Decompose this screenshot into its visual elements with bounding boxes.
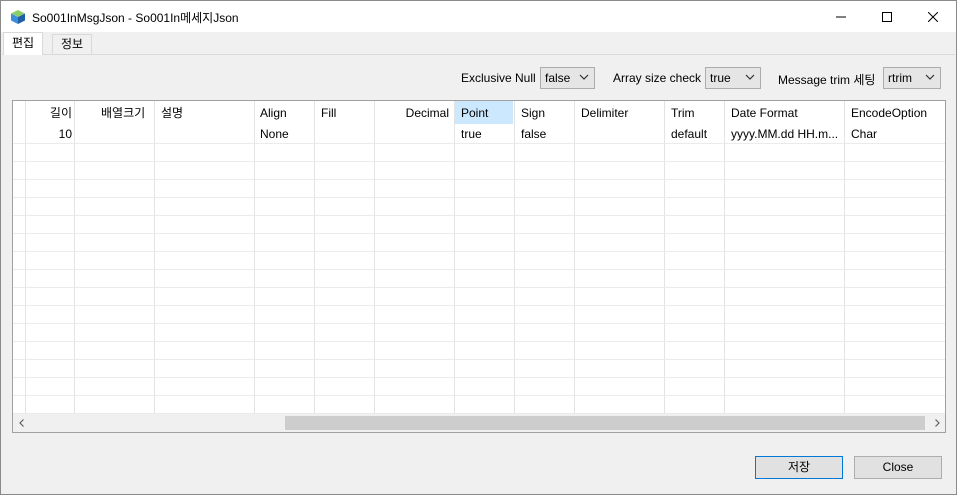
horizontal-scrollbar[interactable] xyxy=(13,414,945,432)
grid-row-divider xyxy=(13,323,945,324)
grid-row-divider xyxy=(13,251,945,252)
column-header-length[interactable]: 길이 xyxy=(46,104,72,122)
cell-length[interactable]: 10 xyxy=(46,125,72,143)
tab-edit[interactable]: 편집 xyxy=(3,32,44,55)
column-header-align[interactable]: Align xyxy=(260,104,310,122)
cell-sign[interactable]: false xyxy=(521,125,571,143)
exclusive-null-label: Exclusive Null xyxy=(461,71,536,85)
scroll-right-button[interactable] xyxy=(928,414,945,432)
grid-column-divider xyxy=(374,101,375,414)
column-header-trim[interactable]: Trim xyxy=(671,104,721,122)
grid-row-divider xyxy=(13,215,945,216)
grid-column-divider xyxy=(724,101,725,414)
grid-row-divider xyxy=(13,377,945,378)
cell-date-format[interactable]: yyyy.MM.dd HH.m... xyxy=(731,125,847,143)
cell-encode-option[interactable]: Char xyxy=(851,125,941,143)
grid-column-divider xyxy=(25,101,26,414)
tab-strip: 편집 정보 xyxy=(1,32,956,55)
column-header-description[interactable]: 설명 xyxy=(161,104,251,122)
message-trim-select[interactable]: rtrim xyxy=(883,67,941,89)
column-header-sign[interactable]: Sign xyxy=(521,104,571,122)
grid-row-divider xyxy=(13,233,945,234)
chevron-down-icon xyxy=(579,74,589,80)
window-title: So001InMsgJson - So001In메세지Json xyxy=(32,11,239,25)
minimize-button[interactable] xyxy=(818,1,864,32)
cell-align[interactable]: None xyxy=(260,125,315,143)
grid-row-divider xyxy=(13,197,945,198)
message-trim-value: rtrim xyxy=(888,71,912,85)
grid-row-divider xyxy=(13,143,945,144)
minimize-icon xyxy=(836,16,846,17)
grid-column-divider xyxy=(314,101,315,414)
chevron-right-icon xyxy=(934,419,940,427)
grid-column-divider xyxy=(454,101,455,414)
chevron-down-icon xyxy=(925,74,935,80)
grid-row-divider xyxy=(13,395,945,396)
tab-info[interactable]: 정보 xyxy=(52,34,93,55)
edit-panel: Exclusive Null false Array size check tr… xyxy=(2,54,955,439)
grid-row-divider xyxy=(13,359,945,360)
exclusive-null-value: false xyxy=(545,71,571,85)
grid-column-divider xyxy=(154,101,155,414)
save-button[interactable]: 저장 xyxy=(755,456,843,479)
grid-row-divider xyxy=(13,179,945,180)
grid-row-divider xyxy=(13,269,945,270)
array-size-check-label: Array size check xyxy=(613,71,702,85)
cell-point[interactable]: true xyxy=(461,125,511,143)
close-window-button[interactable] xyxy=(910,1,956,32)
cell-trim[interactable]: default xyxy=(671,125,726,143)
grid-row-divider xyxy=(13,287,945,288)
maximize-button[interactable] xyxy=(864,1,910,32)
chevron-left-icon xyxy=(18,419,24,427)
grid-column-divider xyxy=(664,101,665,414)
message-trim-label: Message trim 세팅 xyxy=(778,73,876,87)
grid-row-divider xyxy=(13,161,945,162)
column-header-delimiter[interactable]: Delimiter xyxy=(581,104,661,122)
grid-column-divider xyxy=(844,101,845,414)
dialog-window: So001InMsgJson - So001In메세지Json 편집 정보 Ex… xyxy=(0,0,957,495)
exclusive-null-select[interactable]: false xyxy=(540,67,595,89)
column-header-encode-option[interactable]: EncodeOption xyxy=(851,104,941,122)
grid-column-divider xyxy=(574,101,575,414)
grid-row-divider xyxy=(13,341,945,342)
scroll-left-button[interactable] xyxy=(13,414,30,432)
array-size-check-value: true xyxy=(710,71,731,85)
field-grid[interactable]: 길이 배열크기 설명 Align Fill Decimal Point Sign… xyxy=(12,100,946,433)
grid-column-divider xyxy=(514,101,515,414)
close-icon xyxy=(928,11,938,22)
grid-column-divider xyxy=(74,101,75,414)
column-header-fill[interactable]: Fill xyxy=(321,104,371,122)
maximize-icon xyxy=(882,11,892,22)
title-bar: So001InMsgJson - So001In메세지Json xyxy=(1,1,956,32)
column-header-date-format[interactable]: Date Format xyxy=(731,104,841,122)
app-cube-icon xyxy=(11,10,25,24)
column-header-point[interactable]: Point xyxy=(461,104,511,122)
scroll-thumb[interactable] xyxy=(285,416,925,430)
array-size-check-select[interactable]: true xyxy=(705,67,761,89)
grid-row-divider xyxy=(13,305,945,306)
grid-lines xyxy=(13,101,945,414)
column-header-array-size[interactable]: 배열크기 xyxy=(101,104,151,122)
grid-column-divider xyxy=(254,101,255,414)
column-header-decimal[interactable]: Decimal xyxy=(383,104,449,122)
chevron-down-icon xyxy=(745,74,755,80)
close-button[interactable]: Close xyxy=(854,456,942,479)
